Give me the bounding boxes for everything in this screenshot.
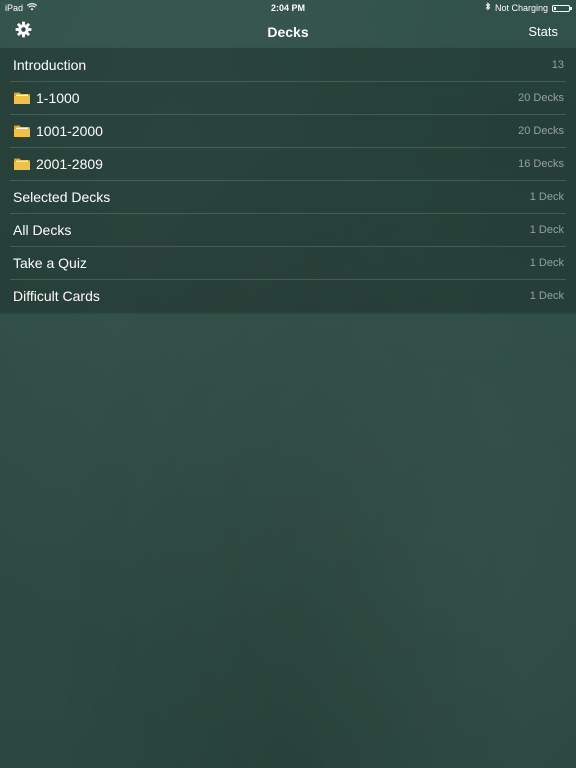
deck-label: 1001-2000 xyxy=(36,122,103,139)
deck-row[interactable]: Take a Quiz 1 Deck xyxy=(0,246,576,279)
nav-bar: Decks Stats xyxy=(0,16,576,48)
deck-row[interactable]: Introduction 13 xyxy=(0,48,576,81)
deck-row[interactable]: Selected Decks 1 Deck xyxy=(0,180,576,213)
deck-label: All Decks xyxy=(13,221,72,238)
deck-label: 1-1000 xyxy=(36,89,80,106)
deck-label-wrap: Introduction xyxy=(13,57,552,73)
folder-icon xyxy=(14,158,30,170)
page-title: Decks xyxy=(267,24,309,40)
deck-row[interactable]: Difficult Cards 1 Deck xyxy=(0,279,576,312)
battery-icon xyxy=(552,4,572,12)
folder-icon xyxy=(14,125,30,137)
bluetooth-icon xyxy=(485,0,491,16)
deck-label: Difficult Cards xyxy=(13,287,100,304)
deck-label: Selected Decks xyxy=(13,188,111,205)
stats-button[interactable]: Stats xyxy=(528,16,558,48)
deck-count: 1 Deck xyxy=(529,289,564,302)
deck-row[interactable]: 2001-2809 16 Decks xyxy=(0,147,576,180)
deck-label-wrap: Difficult Cards xyxy=(13,288,530,304)
status-bar: iPad 2:04 PM Not Charging xyxy=(0,0,576,16)
deck-label-wrap: 2001-2809 xyxy=(13,156,518,172)
deck-label: Introduction xyxy=(13,56,87,73)
deck-count: 20 Decks xyxy=(518,124,564,137)
deck-label: Take a Quiz xyxy=(13,254,87,271)
deck-row[interactable]: 1-1000 20 Decks xyxy=(0,81,576,114)
deck-label: 2001-2809 xyxy=(36,155,103,172)
folder-icon xyxy=(14,92,30,104)
deck-label-wrap: Take a Quiz xyxy=(13,255,530,271)
deck-count: 20 Decks xyxy=(518,91,564,104)
deck-label-wrap: 1-1000 xyxy=(13,90,518,106)
battery-level xyxy=(554,6,556,10)
deck-list: Introduction 13 1-1000 20 Decks 1001-2000 20 … xyxy=(0,48,576,312)
deck-count: 1 Deck xyxy=(529,223,564,236)
deck-label-wrap: 1001-2000 xyxy=(13,123,518,139)
deck-count: 16 Decks xyxy=(518,157,564,170)
deck-count: 13 xyxy=(551,58,564,71)
deck-count: 1 Deck xyxy=(529,190,564,203)
charging-status: Not Charging xyxy=(494,3,548,13)
status-right: Not Charging xyxy=(485,0,572,16)
deck-label-wrap: Selected Decks xyxy=(13,189,530,205)
deck-count: 1 Deck xyxy=(529,256,564,269)
deck-label-wrap: All Decks xyxy=(13,222,530,238)
deck-row[interactable]: 1001-2000 20 Decks xyxy=(0,114,576,147)
deck-row[interactable]: All Decks 1 Deck xyxy=(0,213,576,246)
